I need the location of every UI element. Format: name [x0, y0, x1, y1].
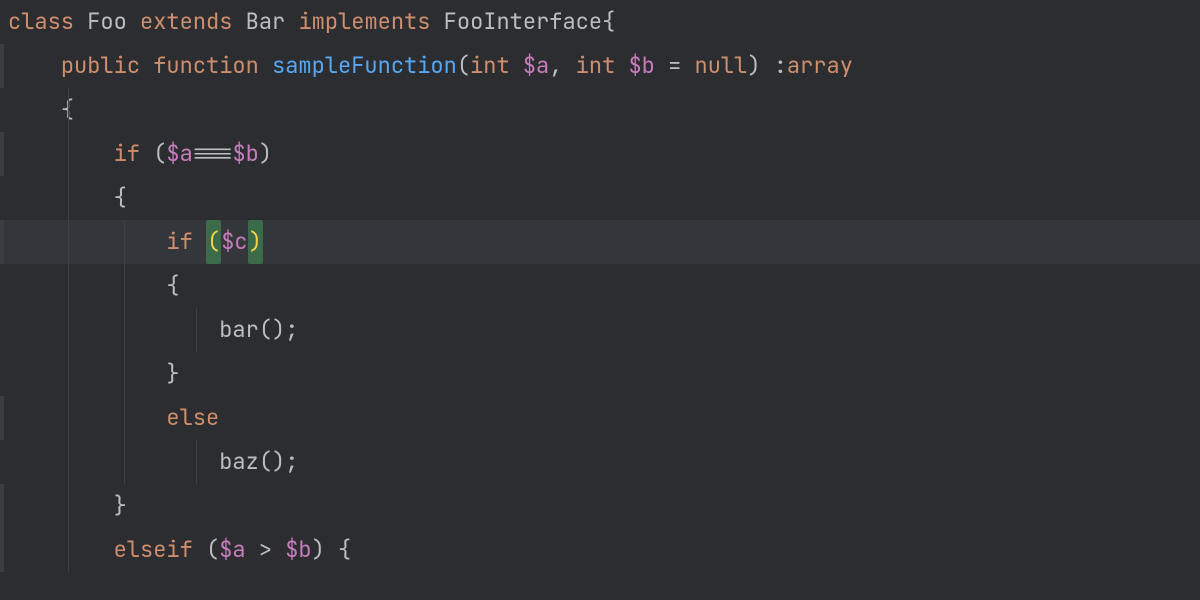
- class-name: Foo: [87, 0, 127, 44]
- open-paren: (: [457, 44, 470, 88]
- code-line[interactable]: baz ( ) ;: [0, 440, 1200, 484]
- open-paren: (: [259, 308, 272, 352]
- indent-guide: [68, 528, 69, 572]
- gutter-marker: [0, 484, 4, 528]
- gutter-marker: [0, 44, 4, 88]
- indent-guide: [124, 308, 125, 352]
- type-int: int: [470, 44, 510, 88]
- variable-b: $b: [232, 132, 258, 176]
- colon: :: [774, 44, 787, 88]
- code-line[interactable]: if ( $a === $b ): [0, 132, 1200, 176]
- open-brace: {: [166, 264, 179, 308]
- keyword-if: if: [114, 132, 140, 176]
- function-call: bar: [219, 308, 259, 352]
- indent-guide: [196, 440, 197, 484]
- variable-a: $a: [166, 132, 192, 176]
- keyword-else: else: [166, 396, 219, 440]
- parent-class-name: Bar: [246, 0, 286, 44]
- gutter-marker: [0, 132, 4, 176]
- indent-guide: [68, 176, 69, 220]
- keyword-null: null: [695, 44, 748, 88]
- close-paren: ): [259, 132, 272, 176]
- indent-guide: [68, 440, 69, 484]
- variable-b: $b: [628, 44, 654, 88]
- close-brace: }: [114, 484, 127, 528]
- keyword-if: if: [166, 220, 192, 264]
- open-brace: {: [602, 0, 615, 44]
- indent-guide: [124, 352, 125, 396]
- indent-guide: [68, 264, 69, 308]
- code-line[interactable]: else: [0, 396, 1200, 440]
- code-line-active[interactable]: if ( $c ): [0, 220, 1200, 264]
- code-line[interactable]: class Foo extends Bar implements FooInte…: [0, 0, 1200, 44]
- keyword-public: public: [61, 44, 140, 88]
- code-line[interactable]: }: [0, 484, 1200, 528]
- semicolon: ;: [285, 440, 298, 484]
- variable-a: $a: [219, 528, 245, 572]
- identity-operator: ===: [193, 132, 233, 176]
- indent-guide: [124, 396, 125, 440]
- keyword-class: class: [8, 0, 74, 44]
- indent-guide: [68, 396, 69, 440]
- gutter-marker: [0, 220, 4, 264]
- indent-guide: [68, 308, 69, 352]
- variable-a: $a: [523, 44, 549, 88]
- open-paren: (: [259, 440, 272, 484]
- keyword-function: function: [153, 44, 259, 88]
- indent-guide: [68, 352, 69, 396]
- keyword-elseif: elseif: [114, 528, 193, 572]
- code-line[interactable]: bar ( ) ;: [0, 308, 1200, 352]
- open-brace: {: [114, 176, 127, 220]
- indent-guide: [124, 220, 125, 264]
- close-paren: ): [312, 528, 325, 572]
- code-line[interactable]: }: [0, 352, 1200, 396]
- indent-guide: [68, 484, 69, 528]
- open-paren: (: [206, 528, 219, 572]
- variable-b: $b: [285, 528, 311, 572]
- open-brace: {: [338, 528, 351, 572]
- keyword-extends: extends: [140, 0, 232, 44]
- semicolon: ;: [285, 308, 298, 352]
- code-line[interactable]: public function sampleFunction ( int $a …: [0, 44, 1200, 88]
- open-paren: (: [153, 132, 166, 176]
- type-int: int: [576, 44, 616, 88]
- gutter-marker: [0, 528, 4, 572]
- indent-guide: [196, 308, 197, 352]
- function-name: sampleFunction: [272, 44, 457, 88]
- matched-open-paren: (: [206, 220, 221, 264]
- greater-than-operator: >: [259, 528, 272, 572]
- indent-guide: [68, 88, 69, 132]
- indent-guide: [124, 440, 125, 484]
- return-type: array: [787, 44, 853, 88]
- equals-operator: =: [668, 44, 681, 88]
- code-line[interactable]: {: [0, 176, 1200, 220]
- keyword-implements: implements: [298, 0, 430, 44]
- close-paren: ): [272, 308, 285, 352]
- code-line[interactable]: {: [0, 88, 1200, 132]
- matched-close-paren: ): [248, 220, 263, 264]
- code-line[interactable]: elseif ( $a > $b ) {: [0, 528, 1200, 572]
- close-paren: ): [747, 44, 760, 88]
- comma: ,: [549, 44, 562, 88]
- variable-c: $c: [221, 220, 247, 264]
- interface-name: FooInterface: [444, 0, 602, 44]
- code-line[interactable]: {: [0, 264, 1200, 308]
- function-call: baz: [219, 440, 259, 484]
- close-paren: ): [272, 440, 285, 484]
- close-brace: }: [166, 352, 179, 396]
- code-editor[interactable]: class Foo extends Bar implements FooInte…: [0, 0, 1200, 600]
- gutter-marker: [0, 396, 4, 440]
- indent-guide: [68, 132, 69, 176]
- indent-guide: [68, 220, 69, 264]
- indent-guide: [124, 264, 125, 308]
